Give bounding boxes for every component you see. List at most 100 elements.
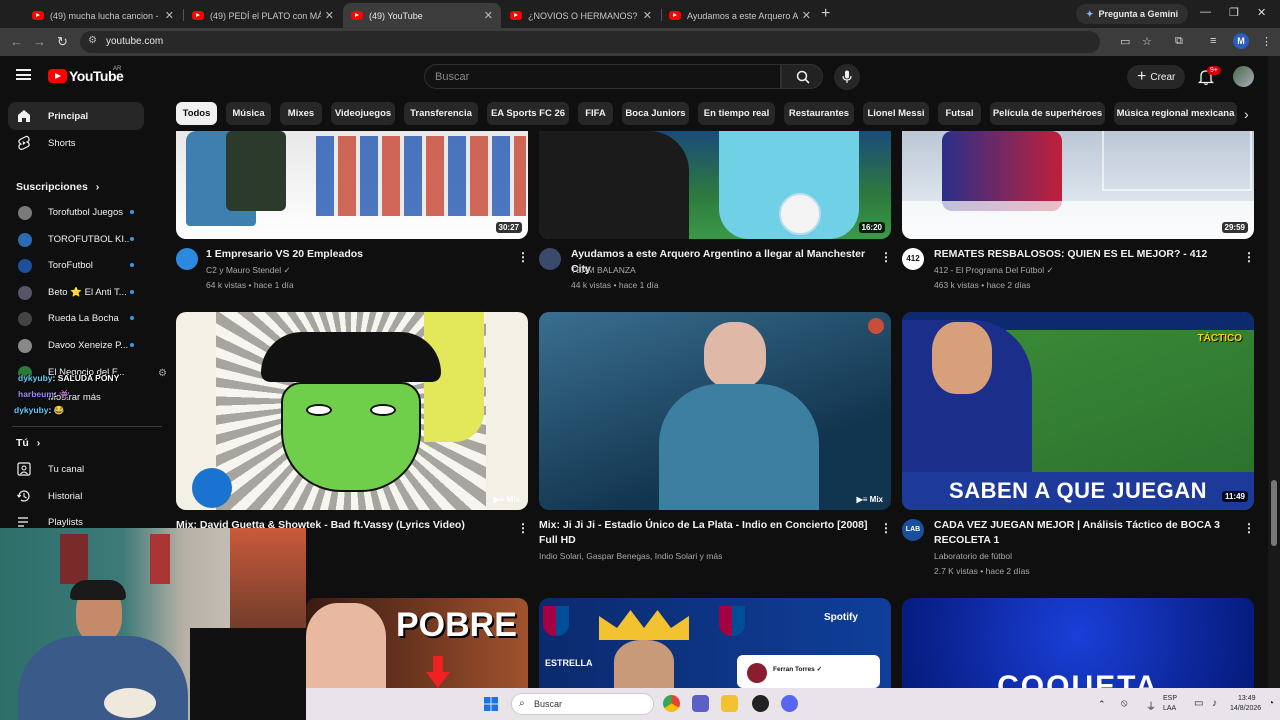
discord-icon[interactable] [781,695,798,712]
chip-mixes[interactable]: Mixes [280,102,322,125]
chip-en-tiempo-real[interactable]: En tiempo real [698,102,775,125]
taskbar-search[interactable]: ⌕ Buscar [511,693,654,715]
video-thumbnail[interactable]: ▶≡ Mix [539,312,891,510]
chip-regional-mexicana[interactable]: Música regional mexicana [1114,102,1237,125]
channel-avatar[interactable] [176,248,198,270]
chip-ea-sports[interactable]: EA Sports FC 26 [487,102,569,125]
subscription-item[interactable]: Davoo Xeneize P... [8,333,148,359]
reload-icon[interactable]: ↻ [57,34,68,50]
more-options-icon[interactable]: ⋮ [880,250,892,264]
file-explorer-icon[interactable] [721,695,738,712]
speaker-icon[interactable]: ♪ [1212,698,1217,709]
chip-superheroes[interactable]: Película de superhéroes [990,102,1105,125]
scrollbar-thumb[interactable] [1271,480,1277,546]
more-options-icon[interactable]: ⋮ [517,250,529,264]
chip-musica[interactable]: Música [226,102,271,125]
back-icon[interactable]: ← [10,34,23,49]
sidebar-item-shorts[interactable]: Shorts [8,129,144,157]
video-title[interactable]: Mix: Ji Ji Ji - Estadio Único de La Plat… [539,518,874,548]
close-tab-icon[interactable]: ✕ [643,9,652,22]
video-thumbnail[interactable]: 29:59 [902,131,1254,239]
channel-avatar[interactable]: LAB [902,519,924,541]
video-thumbnail[interactable]: ▶≡ Mix [176,312,528,510]
obs-icon[interactable] [752,695,769,712]
voice-search-button[interactable] [834,64,860,90]
subscription-item[interactable]: Torofutbol Juegos [8,200,148,226]
chip-fifa[interactable]: FIFA [578,102,613,125]
notifications-icon[interactable]: ◔ [1268,698,1274,709]
volume-icon[interactable]: ⏚ [1146,698,1156,713]
video-thumbnail[interactable]: 16:20 [539,131,891,239]
browser-tab[interactable]: (49) mucha lucha cancion - You ✕ [24,3,182,28]
channel-name[interactable]: Indio Solari, Gaspar Benegas, Indio Sola… [539,551,722,561]
network-icon[interactable]: ⦸ [1121,698,1128,709]
video-title[interactable]: CADA VEZ JUEGAN MEJOR | Análisis Táctico… [934,518,1239,548]
chip-todos[interactable]: Todos [176,102,217,125]
chip-boca-juniors[interactable]: Boca Juniors [622,102,689,125]
more-options-icon[interactable]: ⋮ [880,521,892,535]
more-options-icon[interactable]: ⋮ [1243,521,1255,535]
browser-menu-icon[interactable]: ⋮ [1261,35,1272,48]
restore-icon[interactable]: ❐ [1229,6,1239,19]
chevron-right-icon[interactable]: › [1244,106,1260,122]
minimize-icon[interactable]: — [1200,6,1211,18]
subscription-item[interactable]: ToroFutbol [8,253,148,279]
more-options-icon[interactable]: ⋮ [517,521,529,535]
channel-name[interactable]: C2 y Mauro Stendel ✓ [206,265,291,276]
chrome-icon[interactable] [663,695,680,712]
chip-videojuegos[interactable]: Videojuegos [331,102,395,125]
account-avatar[interactable] [1233,66,1254,87]
video-thumbnail[interactable]: 30:27 [176,131,528,239]
video-title[interactable]: REMATES RESBALOSOS: QUIEN ES EL MEJOR? -… [934,247,1239,262]
clock-time[interactable]: 13:49 [1238,695,1256,702]
subscription-item[interactable]: TOROFUTBOL KI... [8,227,148,253]
bookmark-star-icon[interactable]: ☆ [1142,35,1152,48]
browser-tab[interactable]: Ayudamos a este Arquero Arge ✕ [661,3,819,28]
channel-name[interactable]: Laboratorio de fútbol [934,551,1012,561]
subscription-item[interactable]: Beto ⭐ El Anti T... [8,280,148,306]
video-thumbnail[interactable]: POBRE [306,598,528,688]
close-window-icon[interactable]: ✕ [1257,6,1266,19]
windows-start-icon[interactable] [484,697,498,711]
youtube-logo-icon[interactable] [48,69,67,83]
sidebar-item-historial[interactable]: Historial [8,482,144,510]
you-heading[interactable]: Tú › [16,437,40,449]
chat-settings-icon[interactable]: ⚙ [158,368,167,379]
channel-avatar[interactable]: 412 [902,248,924,270]
browser-tab-active[interactable]: (49) YouTube ✕ [343,3,501,28]
notification-popup[interactable]: Ferran Torres ✓ [737,655,880,688]
browser-profile-avatar[interactable]: M [1233,33,1249,49]
sidebar-item-principal[interactable]: Principal [8,102,144,130]
address-bar[interactable]: ⚙ youtube.com [80,31,1100,53]
channel-name[interactable]: TEAM BALANZA [571,265,636,275]
tray-chevron-icon[interactable]: ⌃ [1098,699,1106,710]
close-tab-icon[interactable]: ✕ [325,9,334,22]
new-tab-icon[interactable]: + [821,5,830,23]
language-code[interactable]: ESP [1163,695,1177,702]
chip-transferencia[interactable]: Transferencia [404,102,478,125]
teams-icon[interactable] [692,695,709,712]
site-info-icon[interactable]: ⚙ [88,35,97,46]
extensions-icon[interactable]: ⧉ [1175,35,1183,48]
menu-icon[interactable] [16,69,31,80]
page-scrollbar[interactable] [1268,56,1280,688]
browser-tab[interactable]: ¿NOVIOS O HERMANOS? ft. Ju ✕ [502,3,660,28]
video-thumbnail[interactable]: COQUETA [902,598,1254,688]
clock-date[interactable]: 14/8/2026 [1230,705,1261,712]
sidebar-item-tu-canal[interactable]: Tu canal [8,455,144,483]
create-button[interactable]: + Crear [1127,65,1186,89]
search-button[interactable] [781,64,823,89]
channel-avatar[interactable] [539,248,561,270]
more-options-icon[interactable]: ⋮ [1243,250,1255,264]
display-icon[interactable]: ▭ [1194,698,1203,709]
chip-futsal[interactable]: Futsal [938,102,981,125]
cast-icon[interactable]: ▭ [1120,35,1130,48]
chip-restaurantes[interactable]: Restaurantes [784,102,854,125]
chip-lionel-messi[interactable]: Lionel Messi [863,102,929,125]
close-tab-icon[interactable]: ✕ [165,9,174,22]
channel-name[interactable]: 412 - El Programa Del Fútbol ✓ [934,265,1054,276]
close-tab-icon[interactable]: ✕ [802,9,811,22]
subscription-item[interactable]: Rueda La Bocha [8,306,148,332]
close-tab-icon[interactable]: ✕ [484,9,493,22]
reading-list-icon[interactable]: ≡ [1210,35,1216,47]
